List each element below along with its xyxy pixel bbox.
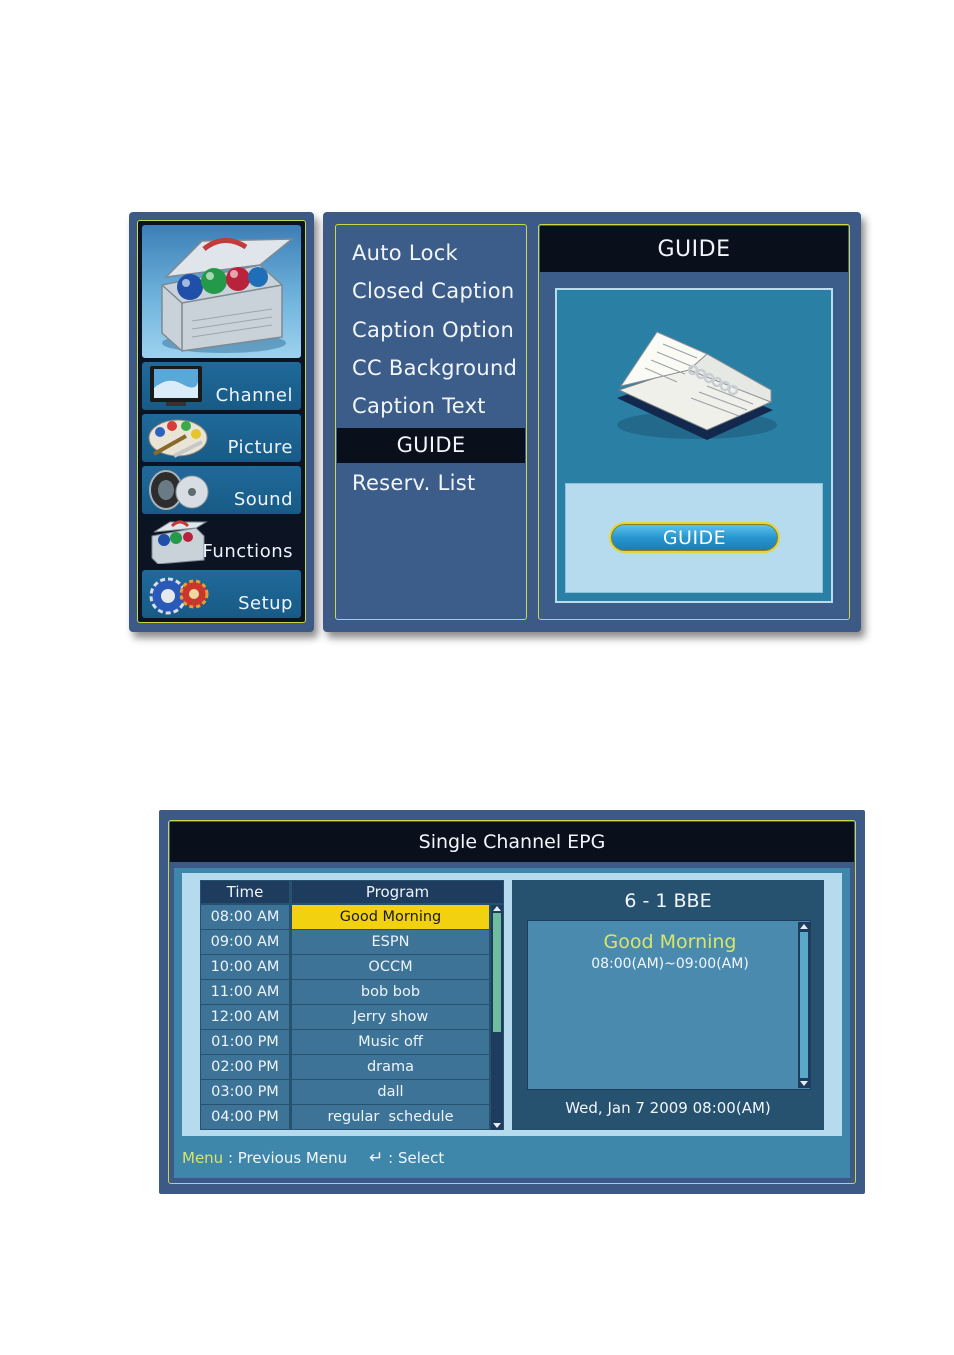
gears-icon <box>149 577 209 615</box>
category-setup[interactable]: Setup <box>142 570 301 618</box>
time-column-header: Time <box>201 881 289 903</box>
epg-row-program[interactable]: dall <box>292 1080 489 1104</box>
detail-scroll-up-icon[interactable] <box>800 924 808 929</box>
category-label: Sound <box>233 489 293 510</box>
tv-icon <box>150 366 202 406</box>
category-label: Setup <box>238 593 293 614</box>
epg-row-time[interactable]: 08:00 AM <box>201 905 289 929</box>
detail-scroll-thumb[interactable] <box>800 932 808 1078</box>
guide-button[interactable]: GUIDE <box>609 522 780 553</box>
book-icon <box>617 331 777 440</box>
epg-row-time[interactable]: 04:00 PM <box>201 1105 289 1129</box>
epg-row-program[interactable]: ESPN <box>292 930 489 954</box>
epg-row-time[interactable]: 09:00 AM <box>201 930 289 954</box>
enter-icon: ↵ <box>369 1148 384 1168</box>
category-functions[interactable]: Functions <box>142 518 301 566</box>
menu-item-guide[interactable]: GUIDE <box>337 433 525 457</box>
epg-row-program[interactable]: Jerry show <box>292 1005 489 1029</box>
functions-toolbox-image <box>142 225 301 358</box>
category-label: Picture <box>227 437 293 458</box>
epg-row-time[interactable]: 03:00 PM <box>201 1080 289 1104</box>
epg-row-time[interactable]: 12:00 AM <box>201 1005 289 1029</box>
palette-icon <box>148 419 208 458</box>
preview-title: GUIDE <box>657 236 731 262</box>
menu-item-cc-background[interactable]: CC Background <box>352 356 517 380</box>
menu-item-caption-text[interactable]: Caption Text <box>352 394 486 418</box>
detail-program-title: Good Morning <box>603 931 737 953</box>
detail-program-time: 08:00(AM)~09:00(AM) <box>591 956 749 972</box>
epg-row-program[interactable]: regular schedule <box>292 1105 489 1129</box>
menu-item-reserv-list[interactable]: Reserv. List <box>352 471 476 495</box>
program-column-header: Program <box>292 881 503 903</box>
menu-key-hint: Menu <box>182 1149 224 1167</box>
program-list-scroll-thumb[interactable] <box>493 913 501 1032</box>
scroll-up-icon[interactable] <box>493 906 501 911</box>
epg-row-time[interactable]: 11:00 AM <box>201 980 289 1004</box>
epg-row-program[interactable]: OCCM <box>292 955 489 979</box>
category-label: Functions <box>202 541 293 562</box>
program-column: Good Morning ESPN OCCM bob bob Jerry show Mus… <box>292 905 489 1130</box>
epg-footer: Menu : Previous Menu ↵ : Select <box>182 1148 444 1168</box>
category-label: Channel <box>215 385 293 406</box>
category-picture[interactable]: Picture <box>142 414 301 462</box>
epg-row-time[interactable]: 02:00 PM <box>201 1055 289 1079</box>
epg-row-program[interactable]: Good Morning <box>292 905 489 929</box>
menu-key-action: : Previous Menu <box>223 1149 348 1167</box>
menu-item-auto-lock[interactable]: Auto Lock <box>352 241 458 265</box>
speaker-disc-icon <box>149 470 209 510</box>
epg-row-time[interactable]: 01:00 PM <box>201 1030 289 1054</box>
current-datetime: Wed, Jan 7 2009 08:00(AM) <box>565 1099 771 1117</box>
time-column: 08:00 AM 09:00 AM 10:00 AM 11:00 AM 12:00 AM… <box>201 905 289 1130</box>
epg-row-program[interactable]: drama <box>292 1055 489 1079</box>
epg-title: Single Channel EPG <box>418 831 606 853</box>
menu-item-closed-caption[interactable]: Closed Caption <box>352 279 515 303</box>
category-sound[interactable]: Sound <box>142 466 301 514</box>
menu-item-caption-option[interactable]: Caption Option <box>352 318 514 342</box>
channel-label: 6 - 1 BBE <box>624 890 712 912</box>
epg-row-time[interactable]: 10:00 AM <box>201 955 289 979</box>
enter-key-action: : Select <box>383 1149 445 1167</box>
category-channel[interactable]: Channel <box>142 362 301 410</box>
detail-scroll-down-icon[interactable] <box>800 1081 808 1086</box>
toolbox-icon <box>151 520 208 564</box>
epg-row-program[interactable]: bob bob <box>292 980 489 1004</box>
scroll-down-icon[interactable] <box>493 1123 501 1128</box>
epg-row-program[interactable]: Music off <box>292 1030 489 1054</box>
